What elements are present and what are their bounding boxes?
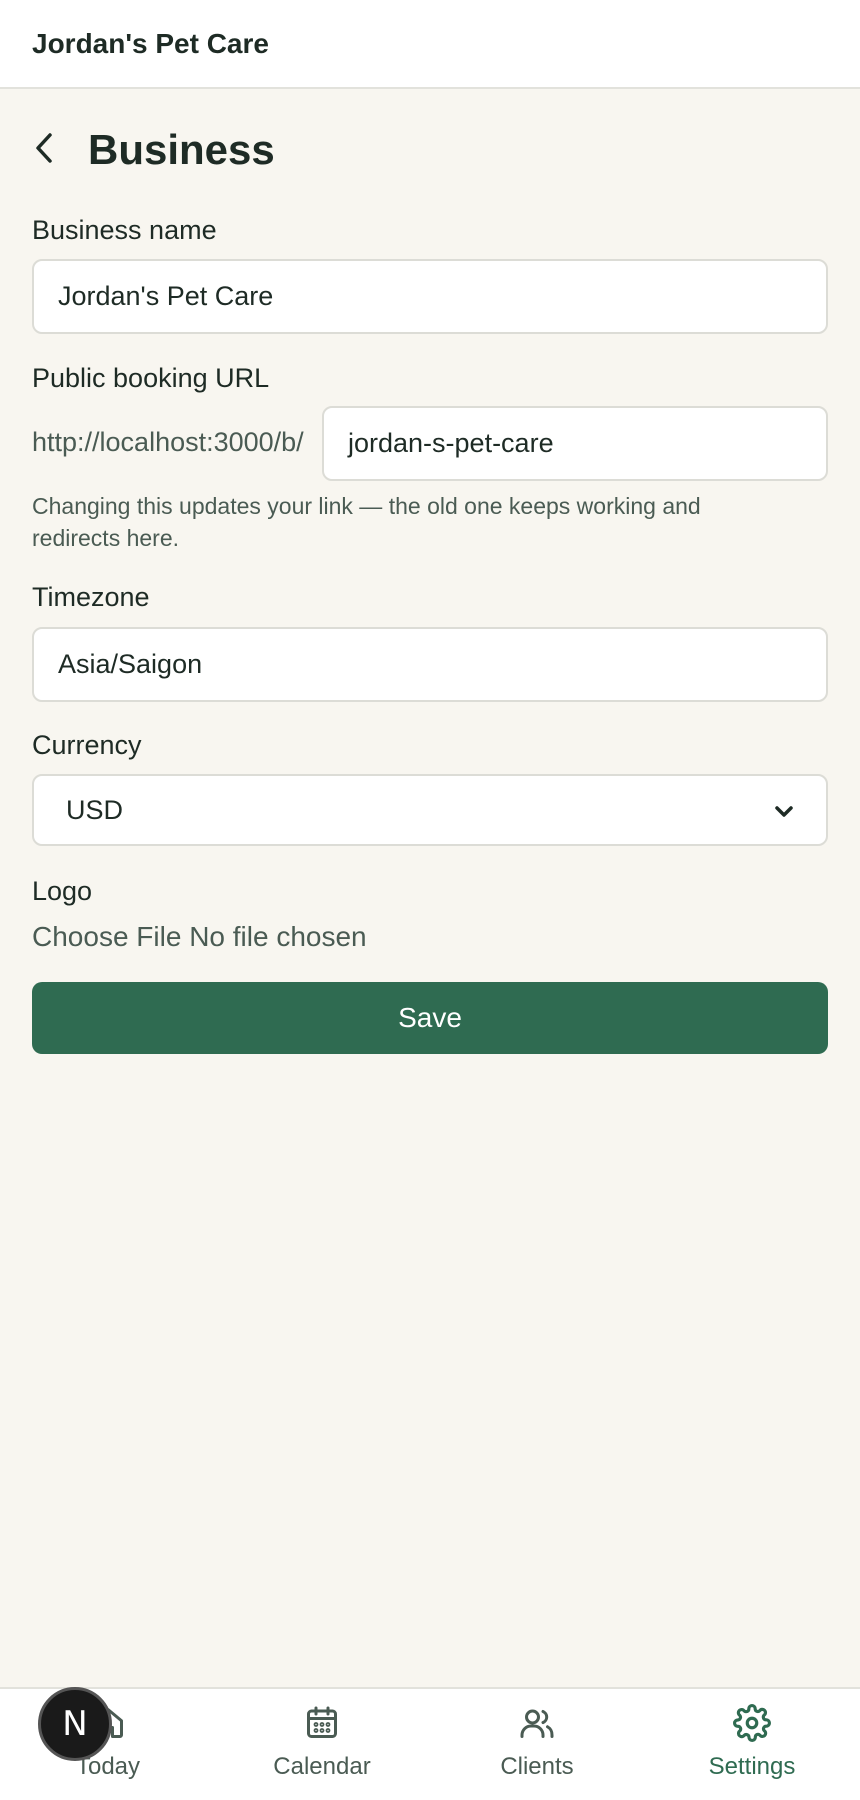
bottom-nav: Today Calendar Clients Settings <box>0 1687 860 1800</box>
calendar-icon <box>302 1703 342 1743</box>
currency-label: Currency <box>32 730 142 760</box>
top-bar: Jordan's Pet Care <box>0 0 860 89</box>
back-button[interactable] <box>32 120 72 180</box>
currency-selected-value: USD <box>66 794 124 825</box>
business-name-input[interactable]: Jordan's Pet Care <box>32 259 828 334</box>
users-icon <box>517 1703 557 1743</box>
logo-file-input[interactable]: Choose File No file chosen <box>32 921 367 953</box>
timezone-value: Asia/Saigon <box>58 649 203 679</box>
nav-item-settings[interactable]: Settings <box>652 1703 852 1781</box>
nav-item-calendar[interactable]: Calendar <box>222 1703 422 1781</box>
dev-badge-letter: N <box>62 1704 88 1744</box>
app-root: Jordan's Pet Care Business Business name… <box>0 0 860 1800</box>
choose-file-button[interactable]: Choose File <box>32 921 181 952</box>
currency-select[interactable]: USD <box>32 774 828 846</box>
booking-slug-input[interactable]: jordan-s-pet-care <box>322 406 828 481</box>
booking-url-label: Public booking URL <box>32 363 270 393</box>
page-header: Business <box>32 120 275 180</box>
page-title: Business <box>88 126 275 173</box>
booking-url-help-text: Changing this updates your link — the ol… <box>32 493 701 551</box>
save-button[interactable]: Save <box>32 982 828 1054</box>
timezone-input[interactable]: Asia/Saigon <box>32 627 828 702</box>
file-status: No file chosen <box>189 921 367 952</box>
nav-label-calendar: Calendar <box>273 1753 371 1780</box>
app-title: Jordan's Pet Care <box>32 28 269 59</box>
booking-url-prefix: http://localhost:3000/b/ <box>32 427 304 457</box>
business-name-value: Jordan's Pet Care <box>58 281 274 311</box>
save-button-label: Save <box>398 1002 462 1033</box>
chevron-down-icon <box>774 795 794 826</box>
nav-label-clients: Clients <box>500 1753 574 1780</box>
nav-label-settings: Settings <box>708 1753 796 1780</box>
nav-item-clients[interactable]: Clients <box>437 1703 637 1781</box>
chevron-left-icon <box>32 131 56 170</box>
logo-label: Logo <box>32 876 93 906</box>
business-name-label: Business name <box>32 215 217 245</box>
dev-tools-badge[interactable]: N <box>38 1687 112 1761</box>
timezone-label: Timezone <box>32 582 150 612</box>
gear-icon <box>732 1703 772 1743</box>
booking-slug-value: jordan-s-pet-care <box>348 428 554 458</box>
